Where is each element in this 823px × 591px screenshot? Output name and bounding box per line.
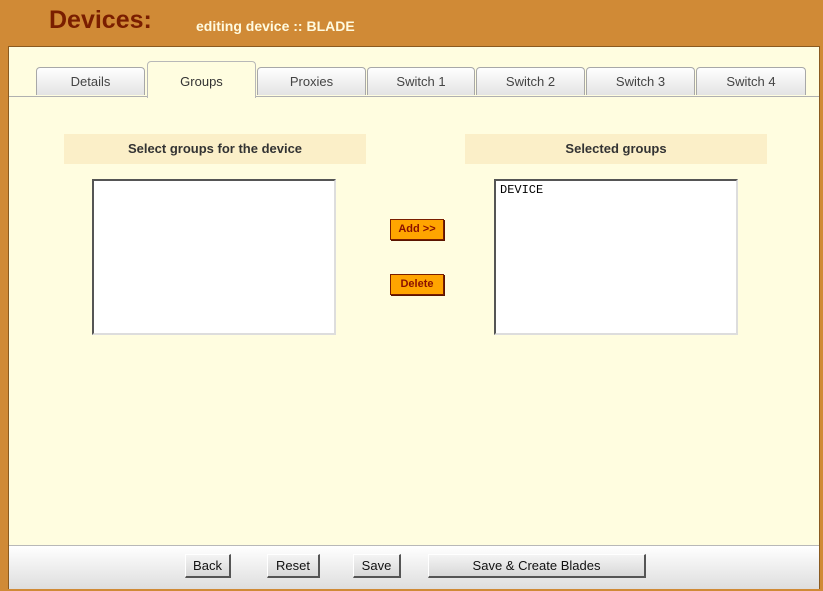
tab-switch-3[interactable]: Switch 3 xyxy=(586,67,695,95)
tab-groups[interactable]: Groups xyxy=(147,61,256,98)
selected-groups-list[interactable]: DEVICE xyxy=(494,179,738,335)
page-subtitle: editing device :: BLADE xyxy=(196,18,355,34)
available-groups-list[interactable] xyxy=(92,179,336,335)
tab-bar: Details Groups Proxies Switch 1 Switch 2… xyxy=(9,47,819,98)
tab-details[interactable]: Details xyxy=(36,67,145,95)
available-groups-header: Select groups for the device xyxy=(64,134,366,164)
tab-switch-1[interactable]: Switch 1 xyxy=(367,67,475,95)
list-option[interactable]: DEVICE xyxy=(496,181,736,198)
tab-proxies[interactable]: Proxies xyxy=(257,67,366,95)
page-title: Devices: xyxy=(49,6,152,34)
add-group-button[interactable]: Add >> xyxy=(390,219,444,240)
tab-switch-4[interactable]: Switch 4 xyxy=(696,67,806,95)
delete-group-button[interactable]: Delete xyxy=(390,274,444,295)
selected-groups-header: Selected groups xyxy=(465,134,767,164)
device-edit-panel: Details Groups Proxies Switch 1 Switch 2… xyxy=(8,46,820,589)
page-header: Devices: editing device :: BLADE xyxy=(0,0,823,46)
tab-switch-2[interactable]: Switch 2 xyxy=(476,67,585,95)
tab-divider xyxy=(9,96,819,97)
save-create-blades-button[interactable]: Save & Create Blades xyxy=(428,554,646,578)
back-button[interactable]: Back xyxy=(185,554,231,578)
footer-toolbar: Back Reset Save Save & Create Blades xyxy=(9,545,819,589)
reset-button[interactable]: Reset xyxy=(267,554,320,578)
save-button[interactable]: Save xyxy=(353,554,401,578)
